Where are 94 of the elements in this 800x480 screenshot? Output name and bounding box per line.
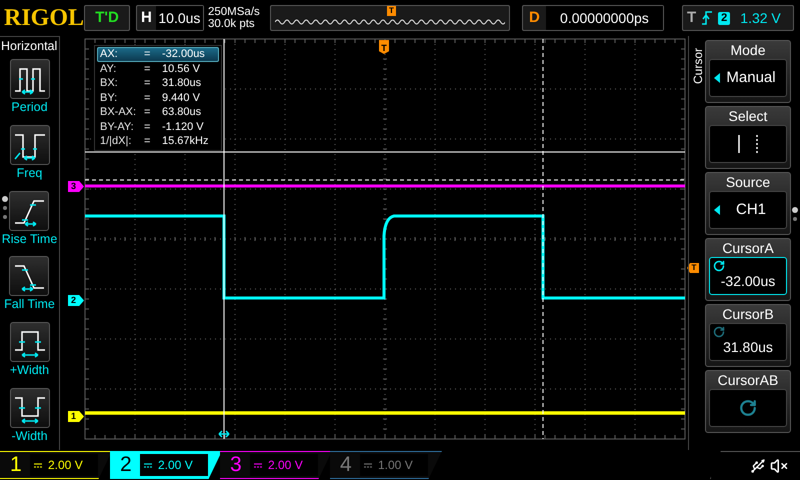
menu-button-title: Mode <box>730 41 766 59</box>
measure-button[interactable] <box>10 322 50 362</box>
readout-equals: = <box>144 134 152 149</box>
menu-value: 31.80us <box>723 338 773 356</box>
sidebar-title: Horizontal <box>0 38 58 55</box>
channel-number: 4 <box>340 452 353 478</box>
channel-scale: 2.00 V <box>268 457 303 474</box>
run-status: T'D <box>84 5 130 31</box>
readout-label: AY: <box>100 62 118 76</box>
menu-button[interactable]: Select <box>705 106 791 169</box>
menu-button-title: CursorAB <box>718 371 778 389</box>
measure-button[interactable] <box>10 59 50 99</box>
memory-depth: 30.0k pts <box>208 18 256 30</box>
channel-marker: 3 <box>68 181 84 192</box>
readout-label: BY-AY: <box>100 120 135 134</box>
page-dots-icon <box>1 195 9 221</box>
mute-icon <box>770 456 788 474</box>
readout-value: 10.56 V <box>162 62 200 76</box>
measure-label: Period <box>11 99 48 115</box>
measure-button[interactable] <box>10 124 50 165</box>
rising-edge-icon <box>702 11 712 25</box>
readout-equals: = <box>144 120 152 134</box>
channel-scale: 2.00 V <box>158 457 193 474</box>
trigger-level: 1.32 V <box>740 8 781 28</box>
menu-button-title: CursorA <box>722 239 774 257</box>
measure-label: +Width <box>10 362 50 378</box>
readout-value: 15.67kHz <box>162 134 208 149</box>
menu-value: Manual <box>725 68 776 88</box>
menu-value: -32.00us <box>720 272 776 290</box>
readout-value: -32.00us <box>162 47 205 62</box>
readout-equals: = <box>144 62 152 76</box>
menu-button[interactable]: CursorB 31.80us <box>705 304 791 367</box>
readout-equals: = <box>144 90 152 106</box>
readout-label: 1/|dX|: <box>100 134 132 149</box>
cursor-arrow-icon <box>218 430 230 438</box>
trigger-position-marker: T <box>379 40 389 54</box>
page-dots-icon <box>791 206 799 224</box>
menu-button[interactable]: CursorAB <box>705 370 791 433</box>
dc-coupling-icon <box>144 462 152 468</box>
readout-label: BX: <box>100 76 119 91</box>
timebase-value: 10.0us <box>156 6 203 30</box>
readout-equals: = <box>144 76 152 91</box>
channel-number: 2 <box>120 452 133 478</box>
menu-button[interactable]: Mode Manual <box>705 40 791 103</box>
measure-button[interactable] <box>9 190 50 231</box>
delay-value: 0.00000000ps <box>546 6 663 30</box>
left-triangle-icon <box>714 73 720 83</box>
sample-rate: 250MSa/s <box>208 6 261 18</box>
readout-label: BY: <box>100 90 118 106</box>
usb-icon <box>750 458 766 474</box>
channel-number: 3 <box>230 452 243 478</box>
channel-marker: 2 <box>68 295 84 306</box>
menu-button[interactable]: CursorA -32.00us <box>705 238 791 301</box>
delay-label: D <box>528 8 541 28</box>
readout-label: BX-AX: <box>100 105 138 120</box>
readout-value: 9.440 V <box>162 90 200 106</box>
menu-title: Cursor <box>690 47 705 86</box>
knob-icon <box>713 326 725 338</box>
trigger-position-marker: T <box>387 6 396 16</box>
left-triangle-icon <box>714 205 720 215</box>
menu-button-title: CursorB <box>722 305 774 323</box>
channel-tab[interactable]: 2 2.00 V <box>110 451 222 479</box>
trigger-label: T <box>687 8 696 28</box>
readout-value: 63.80us <box>162 105 202 120</box>
measure-label: Freq <box>16 164 42 181</box>
channel-tab[interactable]: 3 2.00 V <box>220 451 332 479</box>
menu-button-title: Select <box>728 107 768 125</box>
channel-marker: 1 <box>68 411 84 422</box>
measure-button[interactable] <box>9 256 50 296</box>
measure-label: Rise Time <box>2 230 58 247</box>
knob-icon <box>713 260 725 272</box>
channel-number: 1 <box>10 452 23 478</box>
dc-coupling-icon <box>34 462 42 468</box>
channel-tab[interactable]: 1 2.00 V <box>0 451 112 479</box>
readout-equals: = <box>144 47 152 62</box>
readout-label: AX: <box>100 47 119 62</box>
readout-value: 31.80us <box>162 76 202 91</box>
trigger-level-marker: T <box>687 263 699 273</box>
dc-coupling-icon <box>364 462 372 468</box>
knob-icon <box>739 399 757 417</box>
trigger-source: 2 <box>718 12 730 24</box>
measure-label: Fall Time <box>4 296 55 312</box>
timebase-label: H <box>140 8 153 28</box>
channel-scale: 1.00 V <box>378 457 413 474</box>
menu-value: CH1 <box>734 200 766 220</box>
measure-button[interactable] <box>10 388 50 428</box>
menu-button-title: Source <box>726 173 770 191</box>
readout-equals: = <box>144 105 152 120</box>
dc-coupling-icon <box>254 462 262 468</box>
menu-button[interactable]: Source CH1 <box>705 172 791 235</box>
measure-label: -Width <box>11 428 48 444</box>
readout-value: -1.120 V <box>162 120 204 134</box>
channel-scale: 2.00 V <box>48 457 83 474</box>
channel-tab[interactable]: 4 1.00 V <box>330 451 442 479</box>
